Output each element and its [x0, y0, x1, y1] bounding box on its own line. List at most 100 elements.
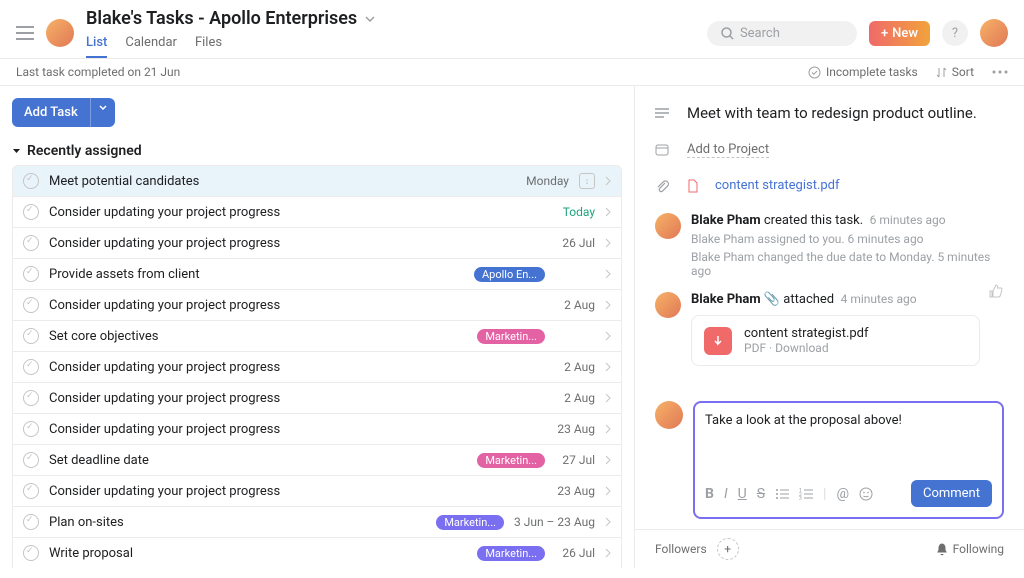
italic-icon[interactable]: I — [724, 486, 728, 502]
comment-avatar — [655, 401, 683, 429]
task-meta: Monday — [526, 174, 569, 188]
task-row[interactable]: Consider updating your project progress2… — [13, 290, 621, 321]
workspace-avatar[interactable] — [46, 19, 74, 47]
project-pill[interactable]: Apollo En... — [474, 267, 545, 282]
task-meta: 3 Jun – 23 Aug — [514, 515, 595, 529]
bold-icon[interactable]: B — [705, 486, 714, 502]
project-pill[interactable]: Marketin... — [477, 453, 545, 468]
attachment-card[interactable]: content strategist.pdf PDF · Download — [691, 315, 980, 366]
complete-check-icon[interactable] — [23, 297, 39, 313]
add-task-button[interactable]: Add Task — [12, 98, 90, 127]
add-follower-button[interactable]: + — [717, 538, 739, 560]
chevron-right-icon — [605, 269, 611, 279]
project-pill[interactable]: Marketin... — [477, 546, 545, 561]
task-row[interactable]: Consider updating your project progress 2… — [13, 228, 621, 259]
like-button[interactable] — [988, 283, 1004, 299]
complete-check-icon[interactable] — [23, 421, 39, 437]
comment-button[interactable]: Comment — [911, 480, 992, 507]
user-avatar[interactable] — [980, 19, 1008, 47]
task-row[interactable]: Consider updating your project progress2… — [13, 352, 621, 383]
task-meta: 26 Jul — [555, 236, 595, 250]
complete-check-icon[interactable] — [23, 390, 39, 406]
chevron-right-icon — [605, 176, 611, 186]
task-name: Meet potential candidates — [49, 174, 516, 189]
section-caret-icon — [12, 147, 21, 156]
bell-icon — [936, 543, 948, 556]
complete-check-icon[interactable] — [23, 483, 39, 499]
chevron-right-icon — [605, 517, 611, 527]
activity-line: Blake Pham changed the due date to Monda… — [691, 250, 1004, 278]
task-name: Write proposal — [49, 546, 467, 561]
chevron-right-icon — [605, 424, 611, 434]
complete-check-icon[interactable] — [23, 173, 39, 189]
task-name: Consider updating your project progress — [49, 236, 545, 251]
chevron-down-icon — [99, 105, 107, 110]
menu-icon[interactable] — [16, 26, 34, 40]
comment-box[interactable]: Take a look at the proposal above! B I U… — [693, 401, 1004, 519]
mention-icon[interactable]: @ — [836, 486, 849, 502]
task-row[interactable]: Consider updating your project progress2… — [13, 383, 621, 414]
emoji-icon[interactable] — [859, 487, 873, 501]
more-actions-button[interactable] — [992, 70, 1008, 74]
tab-files[interactable]: Files — [195, 35, 222, 58]
chevron-right-icon — [605, 207, 611, 217]
activity-avatar — [655, 213, 681, 239]
complete-check-icon[interactable] — [23, 204, 39, 220]
tab-list[interactable]: List — [86, 35, 107, 58]
help-button[interactable]: ? — [942, 20, 968, 46]
strike-icon[interactable]: S — [757, 486, 765, 502]
task-name: Set deadline date — [49, 453, 467, 468]
complete-check-icon[interactable] — [23, 514, 39, 530]
svg-text:3: 3 — [799, 496, 802, 500]
complete-check-icon[interactable] — [23, 266, 39, 282]
add-to-project-link[interactable]: Add to Project — [687, 142, 769, 158]
activity-time: 6 minutes ago — [870, 213, 946, 227]
following-toggle[interactable]: Following — [936, 542, 1004, 556]
task-name: Consider updating your project progress — [49, 298, 545, 313]
task-row[interactable]: Consider updating your project progressT… — [13, 197, 621, 228]
reorder-icon[interactable]: ↕ — [579, 173, 595, 189]
tab-calendar[interactable]: Calendar — [125, 35, 177, 58]
add-task-dropdown[interactable] — [90, 98, 115, 127]
attachment-link[interactable]: content strategist.pdf — [715, 178, 840, 193]
search-placeholder: Search — [740, 26, 780, 41]
task-name: Provide assets from client — [49, 267, 464, 282]
incomplete-tasks-filter[interactable]: Incomplete tasks — [808, 65, 918, 79]
underline-icon[interactable]: U — [738, 486, 747, 502]
project-pill[interactable]: Marketin... — [436, 515, 504, 530]
complete-check-icon[interactable] — [23, 235, 39, 251]
search-input[interactable]: Search — [707, 21, 857, 46]
task-meta: Today — [555, 205, 595, 219]
task-row[interactable]: Consider updating your project progress2… — [13, 414, 621, 445]
search-icon — [721, 27, 734, 40]
task-row[interactable]: Set core objectivesMarketin... — [13, 321, 621, 352]
task-row[interactable]: Consider updating your project progress2… — [13, 476, 621, 507]
task-row[interactable]: Provide assets from client Apollo En... — [13, 259, 621, 290]
task-row[interactable]: Meet potential candidates Monday ↕ — [13, 166, 621, 197]
new-button[interactable]: + New — [869, 21, 930, 46]
project-pill[interactable]: Marketin... — [477, 329, 545, 344]
section-header[interactable]: Recently assigned — [12, 137, 622, 165]
sort-label: Sort — [952, 65, 974, 79]
comment-input[interactable]: Take a look at the proposal above! — [705, 413, 992, 480]
bullet-list-icon[interactable] — [775, 488, 789, 500]
complete-check-icon[interactable] — [23, 545, 39, 561]
activity-action: created this task. — [764, 213, 863, 228]
number-list-icon[interactable]: 123 — [799, 488, 813, 500]
activity-verb: attached — [783, 292, 834, 307]
title-chevron-icon[interactable] — [365, 16, 375, 22]
complete-check-icon[interactable] — [23, 359, 39, 375]
complete-check-icon[interactable] — [23, 452, 39, 468]
attachment-icon — [655, 179, 671, 193]
file-icon — [687, 179, 699, 193]
chevron-right-icon — [605, 331, 611, 341]
activity-time: 4 minutes ago — [841, 292, 917, 306]
task-meta: 26 Jul — [555, 546, 595, 560]
task-row[interactable]: Plan on-sitesMarketin...3 Jun – 23 Aug — [13, 507, 621, 538]
task-meta: 2 Aug — [555, 391, 595, 405]
sort-button[interactable]: Sort — [936, 65, 974, 79]
description-icon — [655, 108, 671, 118]
complete-check-icon[interactable] — [23, 328, 39, 344]
task-row[interactable]: Set deadline dateMarketin...27 Jul — [13, 445, 621, 476]
task-row[interactable]: Write proposal Marketin... 26 Jul — [13, 538, 621, 568]
